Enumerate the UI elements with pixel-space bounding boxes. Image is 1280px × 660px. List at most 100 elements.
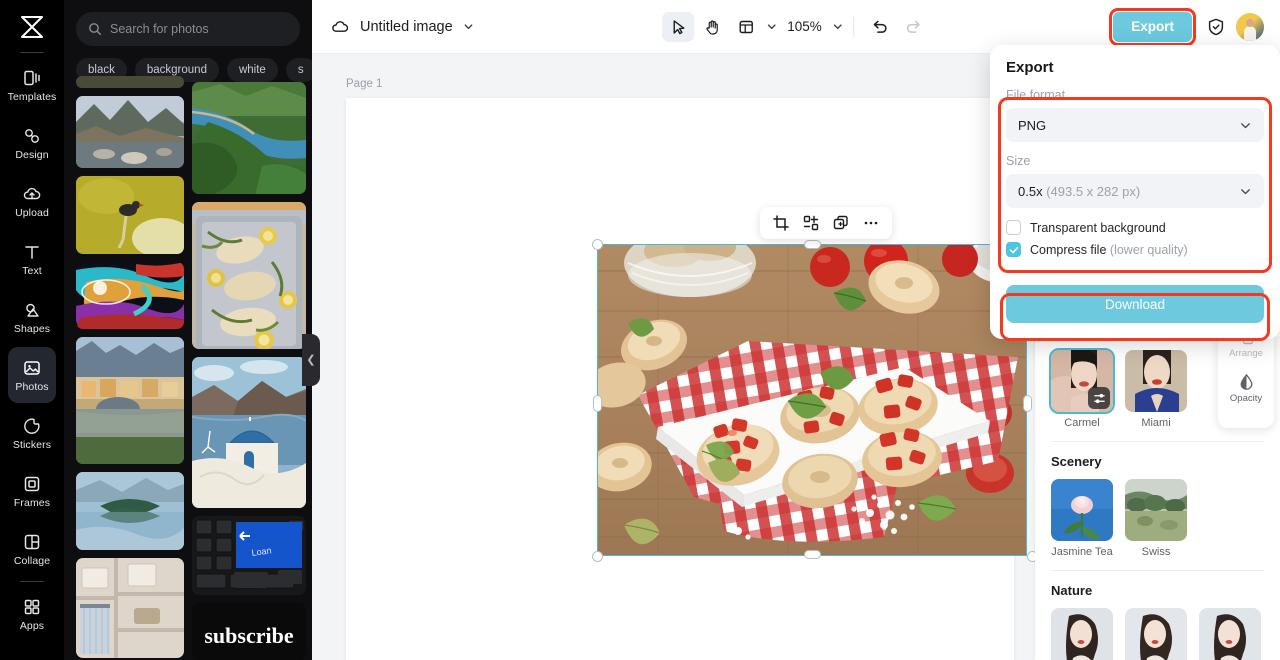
resize-handle-middle-left[interactable] — [593, 395, 602, 412]
search-input[interactable]: Search for photos — [76, 12, 300, 46]
chevron-down-icon — [1239, 185, 1252, 198]
size-value-wrapper: 0.5x (493.5 x 282 px) — [1018, 184, 1140, 199]
svg-text:subscribe: subscribe — [204, 623, 293, 648]
sidebar-item-label: Photos — [15, 381, 49, 394]
sidebar-item-label: Frames — [13, 497, 51, 510]
panel-collapse-button[interactable]: ❮ — [302, 334, 320, 386]
sidebar-item-templates[interactable]: Templates — [8, 57, 56, 113]
adjust-sliders-icon[interactable] — [1088, 387, 1110, 409]
filter-thumbnail-carmel[interactable] — [1049, 348, 1115, 414]
sidebar-item-collage[interactable]: Collage — [8, 521, 56, 577]
resize-handle-top-left[interactable] — [592, 239, 603, 250]
more-options-button[interactable] — [858, 211, 884, 235]
cloud-saved-icon[interactable] — [330, 17, 350, 37]
filter-item[interactable]: Carmel — [1049, 348, 1115, 429]
opacity-button[interactable]: Opacity — [1220, 366, 1272, 411]
filter-item[interactable] — [1199, 608, 1261, 660]
sidebar-item-label: Apps — [19, 620, 45, 633]
transparent-background-checkbox[interactable] — [1006, 220, 1021, 235]
export-button[interactable]: Export — [1113, 11, 1192, 42]
resize-handle-bottom-center[interactable] — [804, 550, 821, 559]
filter-name: Carmel — [1064, 417, 1100, 429]
sidebar-item-apps[interactable]: Apps — [8, 586, 56, 642]
thumbnail-abstract-neon[interactable] — [76, 262, 184, 329]
thumbnail-keyboard-loan-key[interactable]: Loan — [192, 516, 306, 596]
size-select[interactable]: 0.5x (493.5 x 282 px) — [1006, 174, 1264, 208]
filter-name: Miami — [1141, 417, 1171, 429]
toolbar-left: Untitled image — [312, 17, 474, 37]
filter-thumbnail-jasmine-tea[interactable] — [1051, 479, 1113, 541]
thumbnail-partial-top[interactable] — [76, 76, 184, 88]
thumbnail-closet-shelves[interactable] — [76, 558, 184, 658]
layout-chevron-down-icon[interactable] — [766, 21, 777, 32]
thumbnail-chicken-sheetpan[interactable] — [192, 202, 306, 350]
sidebar-item-label: Shapes — [13, 323, 51, 336]
shield-check-icon[interactable] — [1206, 17, 1226, 37]
user-avatar[interactable] — [1236, 12, 1264, 41]
resize-handle-top-center[interactable] — [804, 240, 821, 249]
compress-file-row[interactable]: Compress file (lower quality) — [1006, 242, 1264, 257]
remove-bg-button[interactable] — [798, 211, 824, 235]
layout-panel-icon — [738, 19, 754, 35]
sidebar-item-frames[interactable]: Frames — [8, 463, 56, 519]
sticker-icon — [21, 415, 43, 437]
layout-tool[interactable] — [730, 12, 762, 42]
compress-file-hint: (lower quality) — [1109, 242, 1188, 257]
resize-handle-middle-right[interactable] — [1023, 395, 1032, 412]
download-button[interactable]: Download — [1006, 285, 1264, 323]
thumbnail-bird-on-post[interactable] — [76, 176, 184, 254]
hand-tool[interactable] — [696, 12, 728, 42]
canvas-page[interactable] — [346, 98, 1038, 660]
sidebar-item-stickers[interactable]: Stickers — [8, 405, 56, 461]
sidebar-item-text[interactable]: Text — [8, 231, 56, 287]
thumbnail-mountain-lake[interactable] — [76, 96, 184, 168]
thumbnail-river-valley[interactable] — [192, 82, 306, 195]
sidebar-item-design[interactable]: Design — [8, 115, 56, 171]
collage-icon — [21, 531, 43, 553]
zoom-chevron-down-icon[interactable] — [832, 21, 843, 32]
chevron-down-icon[interactable] — [463, 21, 474, 32]
thumbnail-subscribe[interactable]: subscribe — [192, 603, 306, 660]
thumbnail-island-reflection[interactable] — [76, 472, 184, 550]
sidebar-item-photos[interactable]: Photos — [8, 347, 56, 403]
redo-button[interactable] — [898, 12, 930, 42]
thumbnail-ponte-vecchio[interactable] — [76, 337, 184, 464]
file-format-value: PNG — [1018, 117, 1047, 133]
panel-divider — [1051, 441, 1264, 442]
selected-image[interactable] — [598, 245, 1026, 555]
tool-label: Arrange — [1229, 348, 1263, 359]
size-dimensions: (493.5 x 282 px) — [1046, 183, 1141, 199]
filter-thumbnail-swiss[interactable] — [1125, 479, 1187, 541]
crop-button[interactable] — [768, 211, 794, 235]
panel-divider — [1051, 570, 1264, 571]
filter-thumbnail-nature-3[interactable] — [1199, 608, 1261, 660]
document-title[interactable]: Untitled image — [360, 19, 453, 35]
sidebar-item-shapes[interactable]: Shapes — [8, 289, 56, 345]
resize-handle-bottom-left[interactable] — [592, 551, 603, 562]
capcut-logo-icon[interactable] — [12, 8, 52, 46]
popover-divider — [1006, 271, 1264, 272]
zoom-level[interactable]: 105% — [787, 19, 822, 34]
filter-thumbnail-nature-1[interactable] — [1051, 608, 1113, 660]
filter-thumbnail-nature-2[interactable] — [1125, 608, 1187, 660]
transparent-background-row[interactable]: Transparent background — [1006, 220, 1264, 235]
chip-partial[interactable]: s — [285, 58, 312, 82]
filter-item[interactable] — [1125, 608, 1187, 660]
select-tool[interactable] — [662, 11, 695, 42]
filter-item[interactable]: Jasmine Tea — [1051, 479, 1113, 558]
thumbnail-santorini[interactable] — [192, 357, 306, 509]
sidebar-item-upload[interactable]: Upload — [8, 173, 56, 229]
compress-file-checkbox[interactable] — [1006, 242, 1021, 257]
ellipsis-icon — [863, 215, 879, 231]
filter-item[interactable]: Swiss — [1125, 479, 1187, 558]
sidebar-item-label: Templates — [7, 91, 57, 104]
filter-thumbnail-miami[interactable] — [1125, 350, 1187, 412]
chip-white[interactable]: white — [226, 58, 278, 82]
undo-button[interactable] — [864, 12, 896, 42]
toolbar-center: 105% — [662, 11, 930, 42]
filter-item[interactable]: Miami — [1125, 350, 1187, 429]
sidebar-item-label: Text — [22, 265, 42, 278]
filter-item[interactable] — [1051, 608, 1113, 660]
file-format-select[interactable]: PNG — [1006, 108, 1264, 142]
duplicate-button[interactable] — [828, 211, 854, 235]
